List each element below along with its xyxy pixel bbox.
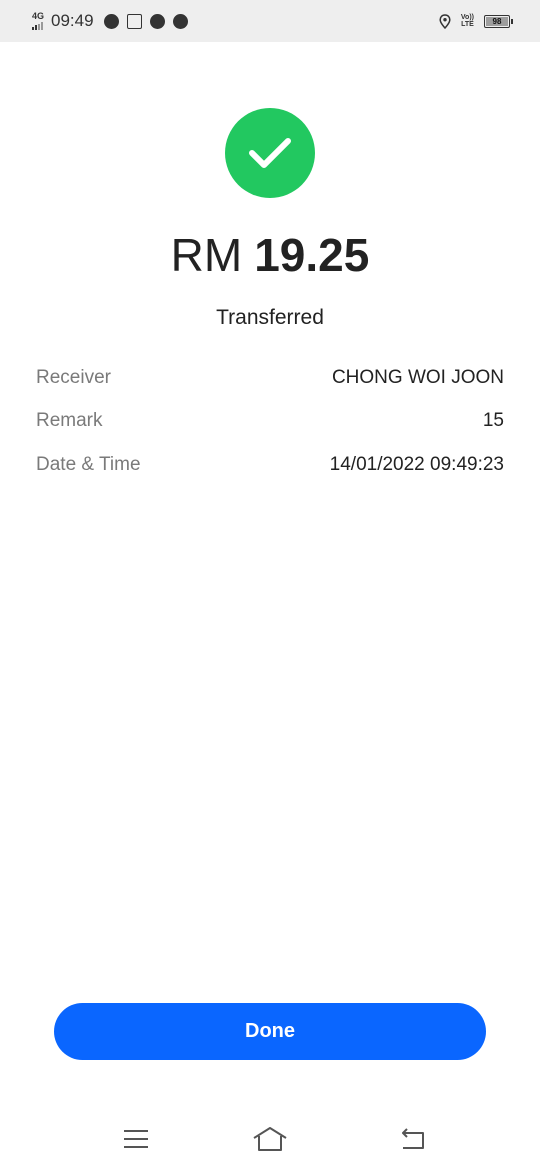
home-button[interactable] <box>250 1124 290 1154</box>
signal-icon: 4G <box>32 12 44 30</box>
location-icon <box>439 13 451 29</box>
back-icon <box>402 1128 424 1149</box>
receiver-label: Receiver <box>36 366 111 388</box>
remark-label: Remark <box>36 410 103 432</box>
menu-icon <box>124 1130 148 1148</box>
status-time: 09:49 <box>51 11 94 30</box>
detail-row-receiver: Receiver CHONG WOI JOON <box>36 356 504 400</box>
amount-currency: RM <box>170 229 243 281</box>
amount-value: 19.25 <box>254 229 370 281</box>
volte-icon: Vo)) LTE <box>461 14 474 28</box>
done-button[interactable]: Done <box>54 1003 486 1060</box>
wechat-icon <box>172 13 188 29</box>
datetime-label: Date & Time <box>36 453 141 475</box>
remark-value: 15 <box>482 410 504 432</box>
home-icon <box>253 1127 287 1151</box>
detail-row-datetime: Date & Time 14/01/2022 09:49:23 <box>36 443 504 487</box>
battery-level: 98 <box>486 16 508 26</box>
transfer-status: Transferred <box>216 306 324 329</box>
transfer-details: Receiver CHONG WOI JOON Remark 15 Date &… <box>36 356 504 487</box>
success-check-icon <box>225 108 315 198</box>
checkmark-icon <box>249 138 291 168</box>
receiver-value: CHONG WOI JOON <box>331 366 504 388</box>
messenger-icon <box>103 13 119 29</box>
volte-top: Vo)) <box>460 14 474 21</box>
navigation-bar <box>0 1118 540 1160</box>
status-bar-left: 4G 09:49 <box>32 11 196 31</box>
menu-button[interactable] <box>116 1124 156 1154</box>
status-bar: 4G 09:49 Vo)) LTE 98 <box>0 0 540 42</box>
news-app-icon <box>126 13 142 29</box>
network-type: 4G <box>32 11 45 21</box>
detail-row-remark: Remark 15 <box>36 400 504 444</box>
status-bar-right: Vo)) LTE 98 <box>439 13 513 29</box>
datetime-value: 14/01/2022 09:49:23 <box>329 453 504 475</box>
telegram-icon <box>149 13 165 29</box>
battery-icon: 98 <box>484 14 513 28</box>
back-button[interactable] <box>392 1124 432 1154</box>
volte-bottom: LTE <box>461 21 474 28</box>
transfer-amount: RM 19.25 <box>0 228 540 282</box>
